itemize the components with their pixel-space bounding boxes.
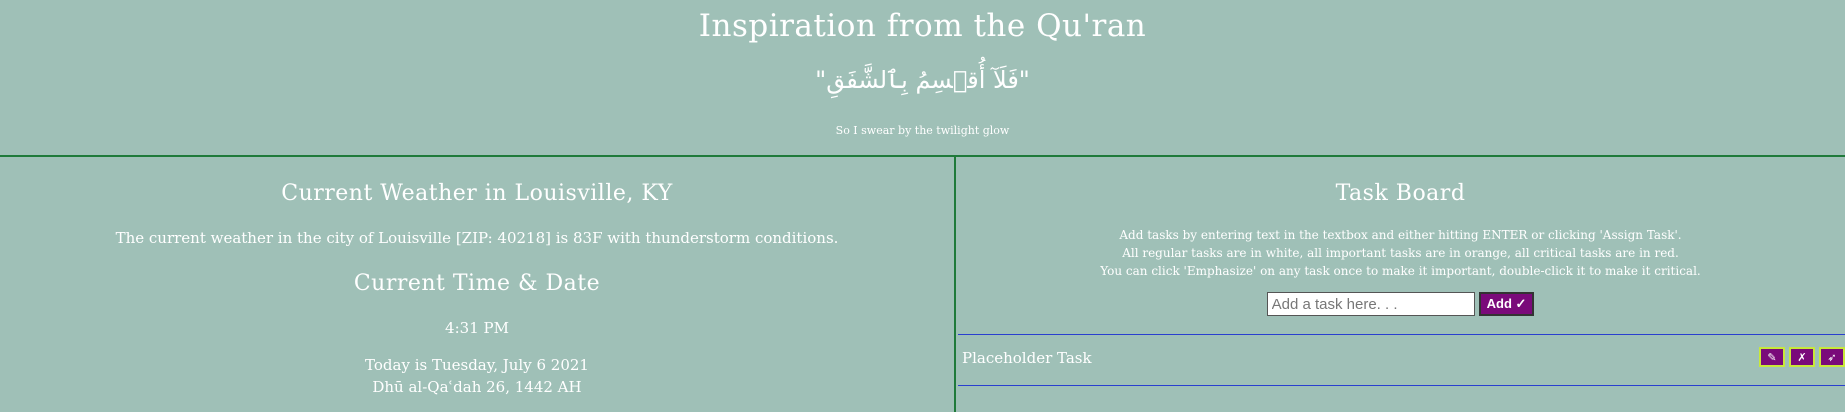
weather-title: Current Weather in Louisville, KY: [281, 181, 673, 206]
quote-header: Inspiration from the Qu'ran "فَلَآ أُقۡس…: [0, 0, 1845, 157]
instruction-line: You can click 'Emphasize' on any task on…: [1100, 264, 1701, 278]
time-title: Current Time & Date: [353, 271, 601, 296]
task-board-panel: Task Board Add tasks by entering text in…: [956, 157, 1845, 412]
task-label: Placeholder Task: [962, 349, 1092, 367]
weather-time-panel: Current Weather in Louisville, KY The cu…: [0, 157, 956, 412]
gregorian-date: Today is Tuesday, July 6 2021: [365, 356, 589, 374]
hijri-date: Dhū al-Qaʿdah 26, 1442 AH: [372, 378, 582, 396]
current-date: Today is Tuesday, July 6 2021 Dhū al-Qaʿ…: [0, 354, 954, 398]
arabic-verse: "فَلَآ أُقۡسِمُ بِٱلشَّفَقِ": [815, 66, 1030, 94]
emphasize-task-button[interactable]: ➶: [1819, 347, 1845, 367]
delete-icon: ✗: [1797, 350, 1807, 364]
task-list: Placeholder Task ✎ ✗ ➶: [958, 334, 1845, 386]
task-item: Placeholder Task ✎ ✗ ➶: [958, 334, 1845, 386]
task-actions: ✎ ✗ ➶: [1759, 347, 1845, 367]
task-form: Add ✓: [956, 292, 1845, 316]
quote-title: Inspiration from the Qu'ran: [698, 8, 1147, 44]
edit-task-button[interactable]: ✎: [1759, 347, 1785, 367]
emphasize-icon: ➶: [1827, 350, 1837, 364]
task-instructions: Add tasks by entering text in the textbo…: [956, 226, 1845, 280]
verse-translation: So I swear by the twilight glow: [835, 124, 1010, 137]
instruction-line: All regular tasks are in white, all impo…: [1122, 246, 1679, 260]
current-time: 4:31 PM: [445, 319, 509, 337]
weather-description: The current weather in the city of Louis…: [115, 229, 839, 247]
task-input[interactable]: [1266, 292, 1475, 316]
instruction-line: Add tasks by entering text in the textbo…: [1119, 228, 1682, 242]
add-task-button[interactable]: Add ✓: [1478, 292, 1535, 316]
delete-task-button[interactable]: ✗: [1789, 347, 1815, 367]
edit-icon: ✎: [1767, 350, 1777, 364]
task-board-title: Task Board: [1335, 181, 1466, 206]
